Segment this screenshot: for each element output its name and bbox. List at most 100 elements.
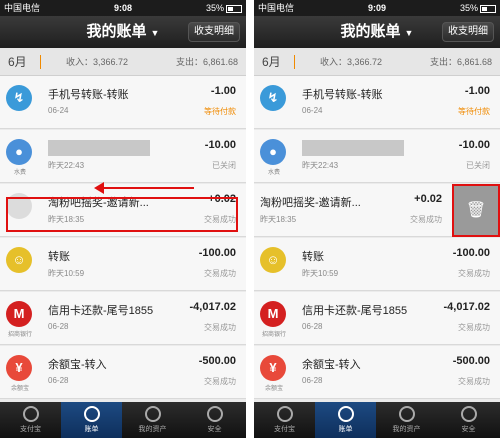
- item-name: 转账: [302, 251, 324, 263]
- income-total: 收入：3,366.72: [320, 57, 383, 67]
- list-item[interactable]: ☺ 转账 昨天10:59 -100.00 交易成功: [254, 238, 500, 291]
- divider: [246, 0, 254, 438]
- item-name: 信用卡还款-尾号1855: [302, 305, 408, 317]
- battery-percent: 35%: [459, 3, 478, 13]
- item-date: 昨天10:59: [48, 269, 85, 278]
- water-drop-icon: ●: [260, 139, 286, 165]
- list-item[interactable]: M 招商银行 信用卡还款-尾号1855 06-28 -4,017.02 交易成功: [254, 292, 500, 345]
- item-amount: -4,017.02: [189, 301, 236, 313]
- status-bar: 中国电信 9:09 35%: [254, 0, 500, 16]
- battery-indicator: 35%: [206, 0, 242, 16]
- item-name: 转账: [48, 251, 70, 263]
- battery-indicator: 35%: [460, 0, 496, 16]
- item-status: 交易成功: [458, 269, 490, 278]
- tab-alipay[interactable]: 支付宝: [0, 402, 61, 438]
- list-item-swiped[interactable]: 淘粉吧摇奖-邀请新... 昨天18:35 +0.02 交易成功 🗑: [254, 184, 500, 237]
- item-date: 06-28: [48, 376, 69, 385]
- list-item[interactable]: ● 水费 昨天22:43 -10.00 已关闭: [0, 130, 246, 183]
- month-separator: [294, 55, 295, 69]
- battery-icon: [226, 4, 242, 13]
- delete-button[interactable]: 🗑: [452, 184, 500, 237]
- detail-button[interactable]: 收支明细: [442, 22, 494, 42]
- battery-percent: 35%: [205, 3, 224, 13]
- expense-total: 支出：6,861.68: [429, 57, 492, 67]
- list-item[interactable]: ¥ 余额宝 余额宝-转入 06-28 -500.00 交易成功: [254, 346, 500, 399]
- money-bag-icon: ¥: [260, 355, 286, 381]
- redacted-name: [302, 140, 404, 156]
- redacted-name: [48, 140, 150, 156]
- item-amount: -1.00: [464, 85, 490, 97]
- tab-security[interactable]: 安全: [183, 402, 246, 438]
- item-status: 等待付款: [204, 107, 236, 116]
- item-name: 余额宝-转入: [302, 359, 361, 371]
- navigation-bar: 我的账单 ▼ 收支明细: [0, 16, 246, 48]
- icon-label: 招商银行: [261, 332, 286, 338]
- detail-button[interactable]: 收支明细: [188, 22, 240, 42]
- item-date: 06-28: [302, 376, 323, 385]
- trash-icon: 🗑: [465, 202, 487, 219]
- alipay-icon: [22, 406, 39, 422]
- person-icon: [398, 406, 415, 422]
- alipay-icon: [276, 406, 293, 422]
- tab-alipay[interactable]: 支付宝: [254, 402, 315, 438]
- icon-label: 招商银行: [7, 332, 32, 338]
- tab-bill[interactable]: 账单: [61, 402, 122, 438]
- month-summary: 6月 收入：3,366.72 支出：6,861.68: [0, 48, 246, 76]
- icon-label: 余额宝: [10, 386, 29, 392]
- item-date: 06-28: [302, 322, 323, 331]
- tab-bar: 支付宝 账单 我的资产 安全: [0, 402, 246, 438]
- tab-bill[interactable]: 账单: [315, 402, 376, 438]
- item-date: 06-24: [48, 106, 69, 115]
- icon-label: 水费: [267, 170, 280, 176]
- right-screenshot: 中国电信 9:09 35% 我的账单 ▼ 收支明细 6月 收入：3,366.72 …: [254, 0, 500, 438]
- income-total: 收入：3,366.72: [66, 57, 129, 67]
- bill-list: ↯ 手机号转账-转账 06-24 -1.00 等待付款 ● 水费 昨天22:43…: [254, 76, 500, 402]
- item-status: 已关闭: [466, 161, 490, 170]
- list-item[interactable]: M 招商银行 信用卡还款-尾号1855 06-28 -4,017.02 交易成功: [0, 292, 246, 345]
- item-name: 余额宝-转入: [48, 359, 107, 371]
- bill-list: ↯ 手机号转账-转账 06-24 -1.00 等待付款 ● 水费 昨天22:43…: [0, 76, 246, 402]
- list-item[interactable]: ● 水费 昨天22:43 -10.00 已关闭: [254, 130, 500, 183]
- item-status: 等待付款: [458, 107, 490, 116]
- shield-icon: [460, 406, 477, 422]
- item-amount: -10.00: [204, 139, 236, 151]
- money-bag-icon: ¥: [6, 355, 32, 381]
- list-item[interactable]: ☺ 转账 昨天10:59 -100.00 交易成功: [0, 238, 246, 291]
- person-icon: [144, 406, 161, 422]
- item-name: 手机号转账-转账: [302, 89, 383, 101]
- swipe-left-arrow-icon: [94, 182, 194, 194]
- item-date: 昨天22:43: [302, 161, 339, 170]
- item-amount: -100.00: [452, 247, 490, 259]
- item-status: 交易成功: [204, 269, 236, 278]
- left-screenshot: 中国电信 9:08 35% 我的账单 ▼ 收支明细 6月 收入：3,366.72 …: [0, 0, 246, 438]
- item-name: 淘粉吧摇奖-邀请新...: [260, 197, 361, 209]
- navigation-bar: 我的账单 ▼ 收支明细: [254, 16, 500, 48]
- item-date: 昨天10:59: [302, 269, 339, 278]
- tab-security[interactable]: 安全: [437, 402, 500, 438]
- tab-assets[interactable]: 我的资产: [122, 402, 183, 438]
- item-date: 昨天18:35: [260, 215, 297, 224]
- lightbulb-icon: ☺: [260, 247, 286, 273]
- tab-assets[interactable]: 我的资产: [376, 402, 437, 438]
- swipe-highlight: [6, 197, 238, 232]
- item-status: 交易成功: [204, 377, 236, 386]
- list-item[interactable]: ↯ 手机号转账-转账 06-24 -1.00 等待付款: [0, 76, 246, 129]
- item-status: 已关闭: [212, 161, 236, 170]
- icon-label: 余额宝: [264, 386, 283, 392]
- item-status: 交易成功: [204, 323, 236, 332]
- item-amount: -10.00: [458, 139, 490, 151]
- shield-icon: [206, 406, 223, 422]
- item-date: 06-28: [48, 322, 69, 331]
- water-drop-icon: ●: [6, 139, 32, 165]
- battery-icon: [480, 4, 496, 13]
- item-status: 交易成功: [458, 377, 490, 386]
- list-item[interactable]: ¥ 余额宝 余额宝-转入 06-28 -500.00 交易成功: [0, 346, 246, 399]
- item-name: 信用卡还款-尾号1855: [48, 305, 154, 317]
- status-bar: 中国电信 9:08 35%: [0, 0, 246, 16]
- item-date: 昨天22:43: [48, 161, 85, 170]
- bill-icon: [83, 406, 100, 422]
- item-status: 交易成功: [458, 323, 490, 332]
- month-label[interactable]: 6月: [8, 48, 27, 76]
- month-label[interactable]: 6月: [262, 48, 281, 76]
- list-item[interactable]: ↯ 手机号转账-转账 06-24 -1.00 等待付款: [254, 76, 500, 129]
